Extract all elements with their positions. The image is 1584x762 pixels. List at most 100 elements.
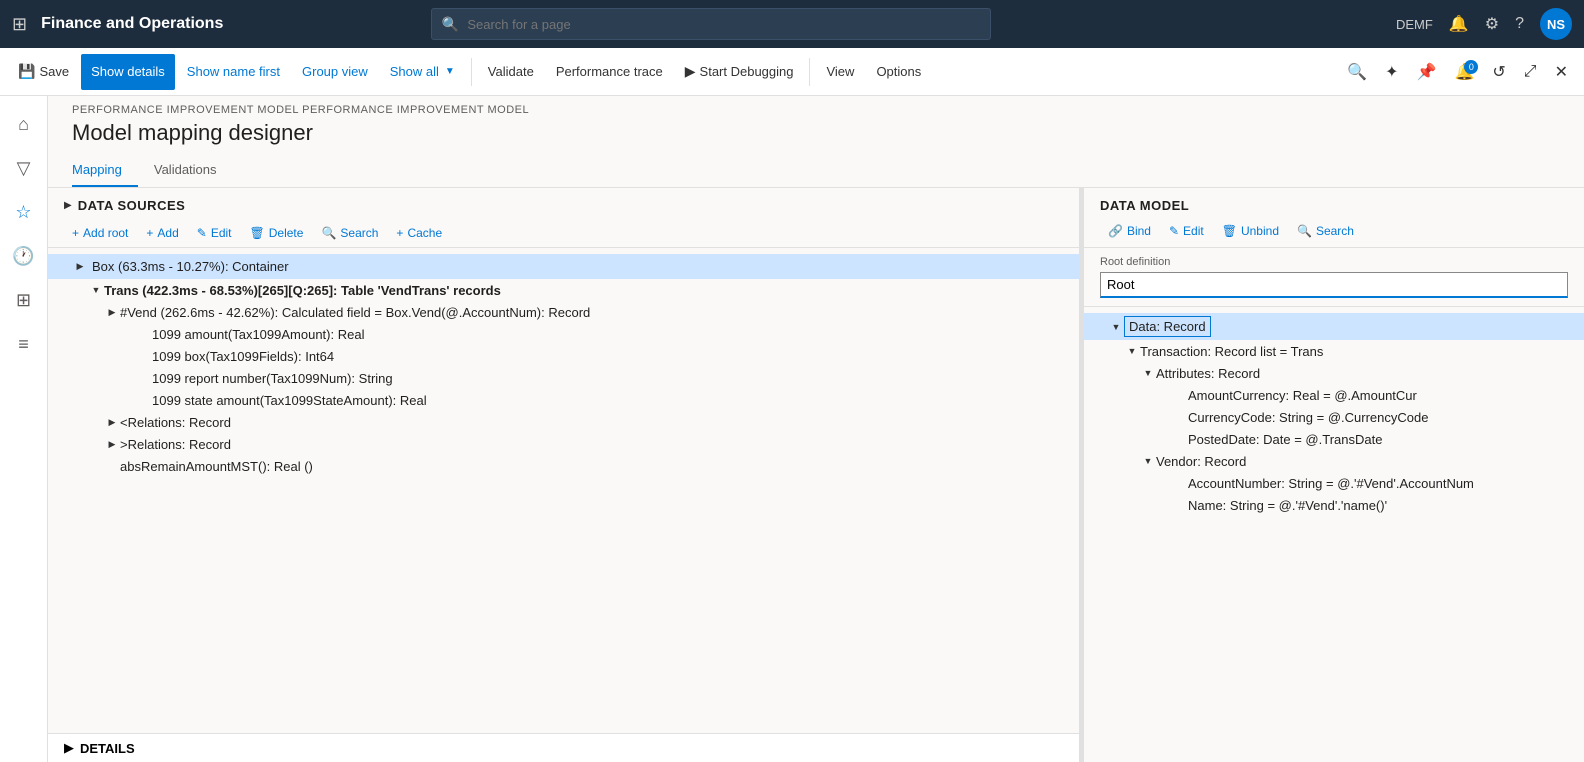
root-definition-input[interactable] xyxy=(1100,272,1568,298)
search-ds-button[interactable]: 🔍 Search xyxy=(313,223,386,243)
split-panel: ▶ DATA SOURCES + Add root + Add ✎ Edit xyxy=(48,188,1584,762)
search-dm-button[interactable]: 🔍 Search xyxy=(1289,221,1362,241)
tree-node-absremain[interactable]: ▶ absRemainAmountMST(): Real () xyxy=(48,455,1079,477)
refresh-toolbar-icon[interactable]: ↺ xyxy=(1484,58,1513,86)
dm-node-vendor[interactable]: ▼ Vendor: Record xyxy=(1084,450,1584,472)
tree-node-1099box[interactable]: ▶ 1099 box(Tax1099Fields): Int64 xyxy=(48,345,1079,367)
layout: ⌂ ▽ ☆ 🕐 ⊞ ≡ PERFORMANCE IMPROVEMENT MODE… xyxy=(0,96,1584,762)
bind-button[interactable]: 🔗 Bind xyxy=(1100,221,1159,241)
view-button[interactable]: View xyxy=(816,54,864,90)
search-ds-icon: 🔍 xyxy=(321,226,336,240)
start-debugging-button[interactable]: ▶ Start Debugging xyxy=(675,54,804,90)
data-sources-panel: ▶ DATA SOURCES + Add root + Add ✎ Edit xyxy=(48,188,1080,762)
tree-expand-vend[interactable]: ▶ xyxy=(104,304,120,320)
add-button[interactable]: + Add xyxy=(138,223,186,243)
badge-toolbar-icon[interactable]: 🔔 0 xyxy=(1446,58,1482,86)
dm-node-currencycode[interactable]: ▶ CurrencyCode: String = @.CurrencyCode xyxy=(1084,406,1584,428)
edit-dm-button[interactable]: ✎ Edit xyxy=(1161,221,1212,241)
top-nav-right: DEMF 🔔 ⚙ ? NS xyxy=(1396,8,1572,40)
tree-node-1099amount[interactable]: ▶ 1099 amount(Tax1099Amount): Real xyxy=(48,323,1079,345)
sidebar-star-icon[interactable]: ☆ xyxy=(4,192,44,232)
search-toolbar-icon[interactable]: 🔍 xyxy=(1339,58,1375,86)
data-model-header: DATA MODEL 🔗 Bind ✎ Edit 🗑 Unbind xyxy=(1084,188,1584,248)
tree-node-vend[interactable]: ▶ #Vend (262.6ms - 42.62%): Calculated f… xyxy=(48,301,1079,323)
dm-node-attributes[interactable]: ▼ Attributes: Record xyxy=(1084,362,1584,384)
sidebar-filter-icon[interactable]: ▽ xyxy=(4,148,44,188)
dm-label-data: Data: Record xyxy=(1124,316,1211,337)
bind-label: Bind xyxy=(1127,224,1151,238)
data-sources-header: ▶ DATA SOURCES xyxy=(48,188,1079,219)
dm-expand-attributes[interactable]: ▼ xyxy=(1140,365,1156,381)
search-input[interactable] xyxy=(467,17,980,32)
delete-label: Delete xyxy=(269,226,304,240)
dm-expand-vendor[interactable]: ▼ xyxy=(1140,453,1156,469)
dm-node-posteddate[interactable]: ▶ PostedDate: Date = @.TransDate xyxy=(1084,428,1584,450)
edit-ds-button[interactable]: ✎ Edit xyxy=(189,223,240,243)
dm-node-data[interactable]: ▼ Data: Record xyxy=(1084,313,1584,340)
tree-label-1099state: 1099 state amount(Tax1099StateAmount): R… xyxy=(152,393,427,408)
tree-node-1099report[interactable]: ▶ 1099 report number(Tax1099Num): String xyxy=(48,367,1079,389)
sidebar-grid-icon[interactable]: ⊞ xyxy=(4,280,44,320)
dm-label-amountcurrency: AmountCurrency: Real = @.AmountCur xyxy=(1188,388,1417,403)
save-button[interactable]: 💾 Save xyxy=(8,54,79,90)
show-all-button[interactable]: Show all ▼ xyxy=(380,54,465,90)
tab-validations[interactable]: Validations xyxy=(154,154,233,187)
details-bar[interactable]: ▶ DETAILS xyxy=(48,733,1079,762)
dm-node-name[interactable]: ▶ Name: String = @.'#Vend'.'name()' xyxy=(1084,494,1584,516)
sidebar-list-icon[interactable]: ≡ xyxy=(4,324,44,364)
tree-node-relations-right[interactable]: ▶ >Relations: Record xyxy=(48,433,1079,455)
tree-expand-relations-left[interactable]: ▶ xyxy=(104,414,120,430)
fullscreen-toolbar-icon[interactable]: ⤢ xyxy=(1516,59,1545,85)
tree-label-trans: Trans (422.3ms - 68.53%)[265][Q:265]: Ta… xyxy=(104,283,501,298)
delete-icon: 🗑 xyxy=(250,226,265,240)
tree-expand-relations-right[interactable]: ▶ xyxy=(104,436,120,452)
add-root-icon: + xyxy=(72,226,79,240)
dm-node-amountcurrency[interactable]: ▶ AmountCurrency: Real = @.AmountCur xyxy=(1084,384,1584,406)
bookmark-toolbar-icon[interactable]: ✦ xyxy=(1377,58,1406,86)
tab-mapping[interactable]: Mapping xyxy=(72,154,138,187)
show-name-first-button[interactable]: Show name first xyxy=(177,54,290,90)
settings-icon[interactable]: ⚙ xyxy=(1485,14,1499,34)
validate-button[interactable]: Validate xyxy=(478,54,544,90)
dm-expand-data[interactable]: ▼ xyxy=(1108,319,1124,335)
dm-node-transaction[interactable]: ▼ Transaction: Record list = Trans xyxy=(1084,340,1584,362)
dm-label-currencycode: CurrencyCode: String = @.CurrencyCode xyxy=(1188,410,1428,425)
tree-node-1099state[interactable]: ▶ 1099 state amount(Tax1099StateAmount):… xyxy=(48,389,1079,411)
show-details-button[interactable]: Show details xyxy=(81,54,175,90)
unbind-button[interactable]: 🗑 Unbind xyxy=(1214,221,1287,241)
delete-button[interactable]: 🗑 Delete xyxy=(242,223,312,243)
notification-icon[interactable]: 🔔 xyxy=(1449,14,1469,34)
cache-button[interactable]: + Cache xyxy=(388,223,450,243)
tree-node-box[interactable]: ▶ Box (63.3ms - 10.27%): Container xyxy=(48,254,1079,279)
grid-icon[interactable]: ⊞ xyxy=(12,14,27,35)
tree-expand-box[interactable]: ▶ xyxy=(72,259,88,275)
data-sources-expand-icon[interactable]: ▶ xyxy=(64,200,72,211)
left-sidebar: ⌂ ▽ ☆ 🕐 ⊞ ≡ xyxy=(0,96,48,762)
data-sources-toolbar: + Add root + Add ✎ Edit 🗑 Delete xyxy=(48,219,1079,248)
dm-expand-transaction[interactable]: ▼ xyxy=(1124,343,1140,359)
group-view-button[interactable]: Group view xyxy=(292,54,378,90)
tree-expand-trans[interactable]: ▼ xyxy=(88,282,104,298)
show-all-dropdown-icon: ▼ xyxy=(445,66,455,77)
root-definition-label: Root definition xyxy=(1100,256,1568,268)
options-button[interactable]: Options xyxy=(866,54,931,90)
dm-node-accountnumber[interactable]: ▶ AccountNumber: String = @.'#Vend'.Acco… xyxy=(1084,472,1584,494)
add-root-button[interactable]: + Add root xyxy=(64,223,136,243)
pin-toolbar-icon[interactable]: 📌 xyxy=(1409,58,1445,86)
save-icon: 💾 xyxy=(18,63,35,80)
unbind-label: Unbind xyxy=(1241,224,1279,238)
avatar[interactable]: NS xyxy=(1540,8,1572,40)
toolbar-right-icons: 🔍 ✦ 📌 🔔 0 ↺ ⤢ ✕ xyxy=(1339,58,1576,86)
help-icon[interactable]: ? xyxy=(1515,15,1524,33)
page-title: Model mapping designer xyxy=(48,116,1584,154)
sidebar-home-icon[interactable]: ⌂ xyxy=(4,104,44,144)
tree-node-relations-left[interactable]: ▶ <Relations: Record xyxy=(48,411,1079,433)
toolbar: 💾 Save Show details Show name first Grou… xyxy=(0,48,1584,96)
performance-trace-button[interactable]: Performance trace xyxy=(546,54,673,90)
details-expand-icon[interactable]: ▶ xyxy=(64,740,74,756)
dm-label-name: Name: String = @.'#Vend'.'name()' xyxy=(1188,498,1387,513)
tree-node-trans[interactable]: ▼ Trans (422.3ms - 68.53%)[265][Q:265]: … xyxy=(48,279,1079,301)
close-toolbar-icon[interactable]: ✕ xyxy=(1547,58,1576,86)
sidebar-clock-icon[interactable]: 🕐 xyxy=(4,236,44,276)
data-sources-tree: ▶ Box (63.3ms - 10.27%): Container ▼ Tra… xyxy=(48,248,1079,733)
